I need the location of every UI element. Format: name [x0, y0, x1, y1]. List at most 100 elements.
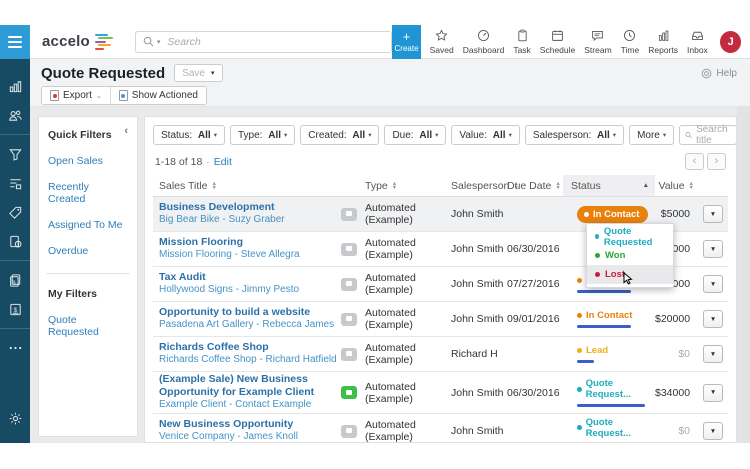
company-contact-link[interactable]: Big Bear Bike - Suzy Graber	[159, 214, 341, 227]
column-header-salesperson[interactable]: Salesperson ▲ ▼	[451, 175, 519, 196]
prev-page-button[interactable]: ‹	[685, 153, 704, 170]
nav-item-dashboard[interactable]: Dashboard	[458, 29, 509, 55]
company-contact-link[interactable]: Mission Flooring - Steve Allegra	[159, 249, 341, 262]
nav-item-reports[interactable]: Reports	[644, 29, 683, 55]
filter-button-status[interactable]: Status: All ▾	[153, 125, 225, 145]
sales-title-link[interactable]: Mission Flooring	[159, 236, 341, 249]
nav-item-label: Task	[513, 44, 531, 55]
filter-button-more[interactable]: More ▾	[629, 125, 675, 145]
nav-item-task[interactable]: Task	[509, 29, 535, 55]
type-cell: Automated (Example)	[365, 237, 416, 261]
row-actions-cell: ▼	[698, 422, 728, 440]
quick-filter-link[interactable]: Assigned To Me	[48, 219, 128, 231]
hamburger-menu-button[interactable]	[0, 24, 30, 59]
sales-title-link[interactable]: Tax Audit	[159, 271, 341, 284]
edit-columns-link[interactable]: Edit	[214, 156, 232, 168]
status-cell: Quote Request...	[563, 378, 655, 407]
create-button[interactable]: + Create	[391, 24, 422, 59]
show-actioned-label: Show Actioned	[131, 90, 198, 101]
status-label[interactable]: Quote Request...	[577, 378, 655, 400]
column-header-type[interactable]: Type ▲ ▼	[365, 175, 451, 196]
table-row[interactable]: Richards Coffee Shop Richards Coffee Shop…	[153, 337, 728, 372]
status-option-lost[interactable]: Lost	[587, 265, 673, 285]
save-label: Save	[182, 67, 205, 79]
retainers-icon[interactable]	[0, 228, 30, 254]
export-button[interactable]: Export ⌄	[42, 87, 110, 104]
row-actions-button[interactable]: ▼	[703, 422, 723, 440]
tickets-tag-icon[interactable]	[0, 199, 30, 225]
row-actions-cell: ▼	[698, 275, 728, 293]
invoices-icon[interactable]: $	[0, 267, 30, 293]
payments-icon[interactable]: $	[0, 296, 30, 322]
filter-button-value[interactable]: Value: All ▾	[451, 125, 520, 145]
my-filter-link[interactable]: Quote Requested	[48, 314, 128, 338]
value-cell: $0	[678, 348, 690, 360]
show-actioned-button[interactable]: Show Actioned	[109, 87, 206, 104]
activity-chart-icon[interactable]	[0, 73, 30, 99]
sales-title-link[interactable]: (Example Sale) New Business Opportunity …	[159, 373, 341, 399]
company-contact-link[interactable]: Example Client - Contact Example	[159, 399, 341, 412]
search-scope-caret-icon[interactable]: ▾	[157, 38, 161, 46]
quick-filter-link[interactable]: Recently Created	[48, 181, 128, 205]
filter-button-salesperson[interactable]: Salesperson: All ▾	[524, 125, 625, 145]
type-icon-cell	[341, 207, 365, 221]
collapse-panel-icon[interactable]: ‹	[124, 125, 128, 137]
quick-filters-title: Quick Filters	[48, 129, 112, 141]
row-actions-button[interactable]: ▼	[703, 345, 723, 363]
next-page-button[interactable]: ›	[707, 153, 726, 170]
settings-gear-icon[interactable]	[0, 405, 30, 431]
contacts-icon[interactable]	[0, 102, 30, 128]
status-label[interactable]: In Contact	[577, 310, 632, 321]
quick-filter-link[interactable]: Overdue	[48, 245, 128, 257]
table-row[interactable]: (Example Sale) New Business Opportunity …	[153, 372, 728, 414]
sales-title-link[interactable]: Business Development	[159, 201, 341, 214]
sales-title-link[interactable]: Opportunity to build a website	[159, 306, 341, 319]
user-avatar[interactable]: J	[720, 30, 742, 53]
nav-item-stream[interactable]: Stream	[580, 29, 616, 55]
nav-item-inbox[interactable]: Inbox	[683, 29, 713, 55]
nav-item-time[interactable]: Time	[616, 29, 644, 55]
column-header-sales-title[interactable]: Sales Title ▲ ▼	[159, 175, 341, 196]
column-header-status[interactable]: Status ▲	[563, 175, 655, 196]
global-search-input[interactable]: ▾ Search	[134, 30, 392, 53]
filter-button-due[interactable]: Due: All ▾	[384, 125, 447, 145]
nav-item-saved[interactable]: Saved	[425, 29, 458, 55]
row-actions-cell: ▼	[698, 240, 728, 258]
company-contact-link[interactable]: Hollywood Signs - Jimmy Pesto	[159, 284, 341, 297]
clock-icon	[623, 29, 636, 43]
table-row[interactable]: New Business Opportunity Venice Company -…	[153, 414, 728, 442]
projects-icon[interactable]	[0, 170, 30, 196]
filter-button-created[interactable]: Created: All ▾	[300, 125, 380, 145]
company-contact-link[interactable]: Richards Coffee Shop - Richard Hatfield	[159, 354, 341, 367]
status-label[interactable]: Lead	[577, 345, 608, 356]
row-actions-button[interactable]: ▼	[703, 240, 724, 258]
divider	[0, 260, 30, 261]
more-icon[interactable]	[0, 335, 30, 361]
help-button[interactable]: Help	[701, 68, 737, 79]
nav-item-schedule[interactable]: Schedule	[535, 29, 579, 55]
save-button[interactable]: Save ▾	[174, 64, 223, 82]
sales-title-link[interactable]: New Business Opportunity	[159, 418, 341, 431]
column-header-value[interactable]: Value ▲ ▼	[655, 175, 698, 196]
scrollbar-track[interactable]	[737, 107, 750, 443]
title-search-input[interactable]: Search title	[679, 124, 736, 146]
sales-funnel-icon[interactable]	[0, 141, 30, 167]
column-spacer	[341, 175, 365, 196]
row-actions-button[interactable]: ▼	[703, 383, 724, 402]
row-actions-button[interactable]: ▼	[703, 275, 724, 293]
table-row[interactable]: Opportunity to build a website Pasadena A…	[153, 302, 728, 337]
row-actions-button[interactable]: ▼	[703, 310, 724, 328]
status-cell: In Contact	[563, 310, 655, 328]
row-actions-button[interactable]: ▼	[703, 205, 723, 223]
status-option-won[interactable]: Won	[587, 246, 673, 265]
column-header-due-date[interactable]: Due Date ▲ ▼	[507, 175, 563, 196]
status-option-quote-requested[interactable]: Quote Requested	[587, 226, 673, 248]
filter-button-type[interactable]: Type: All ▾	[229, 125, 296, 145]
logo-bar	[97, 44, 111, 46]
sales-title-link[interactable]: Richards Coffee Shop	[159, 341, 341, 354]
company-contact-link[interactable]: Venice Company - James Knoll	[159, 431, 341, 442]
company-contact-link[interactable]: Pasadena Art Gallery - Rebecca James	[159, 319, 341, 332]
quick-filter-link[interactable]: Open Sales	[48, 155, 128, 167]
status-label[interactable]: Quote Request...	[577, 417, 655, 439]
status-pill[interactable]: In Contact	[577, 205, 649, 223]
